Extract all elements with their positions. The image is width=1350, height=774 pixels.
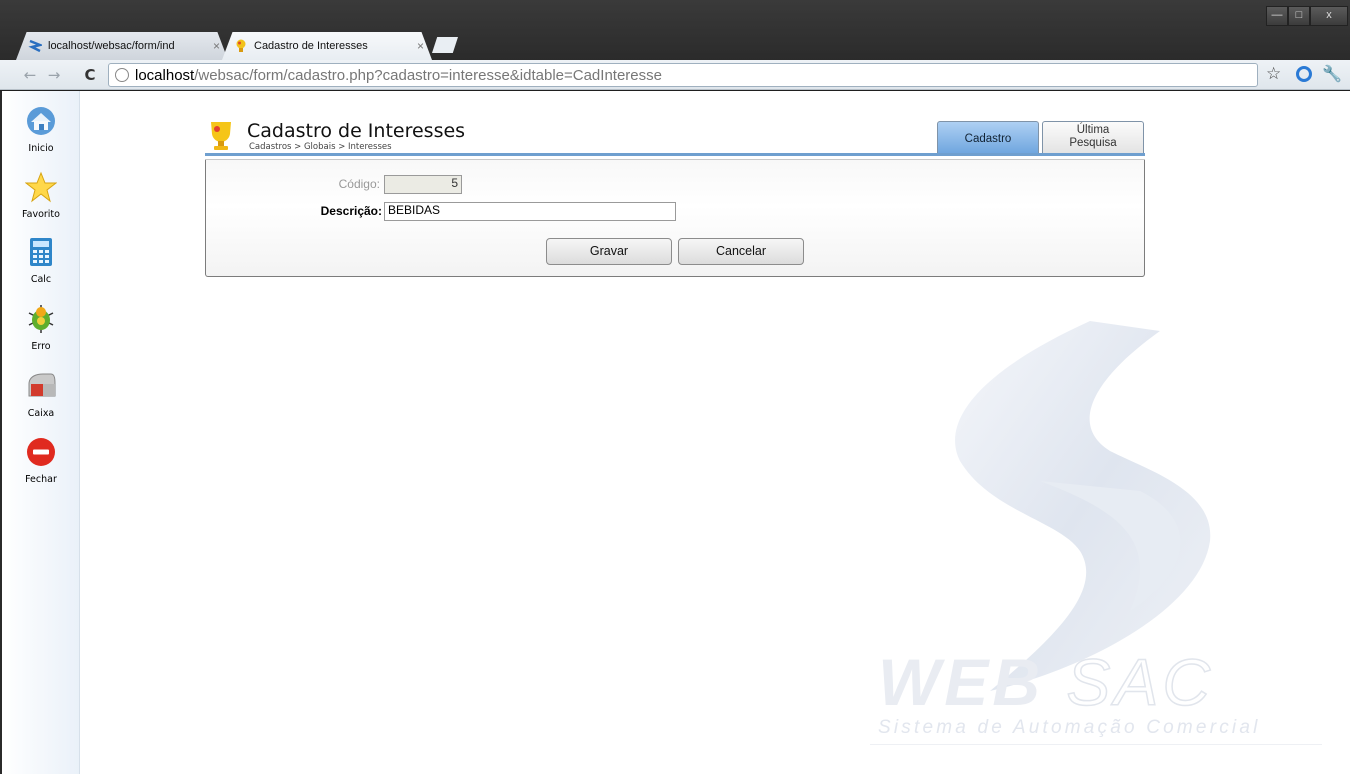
save-button[interactable]: Gravar <box>546 238 672 265</box>
sidebar-item-favorito[interactable]: Favorito <box>2 171 80 220</box>
address-bar[interactable]: localhost /websac/form/cadastro.php?cada… <box>108 63 1258 87</box>
forward-arrow-icon[interactable]: → <box>44 65 64 85</box>
home-icon <box>27 107 55 135</box>
breadcrumb: Cadastros > Globais > Interesses <box>249 142 392 152</box>
mailbox-icon <box>28 373 56 397</box>
page-title: Cadastro de Interesses <box>247 120 466 142</box>
tab-label-line1: Última <box>1076 124 1110 136</box>
sidebar-item-label: Fechar <box>25 474 57 485</box>
watermark-tagline: Sistema de Automação Comercial <box>878 717 1261 738</box>
codigo-label: Código: <box>338 177 380 191</box>
watermark-brand: WEB SAC <box>878 644 1214 720</box>
watermark-sac: SAC <box>1066 644 1215 720</box>
codigo-field: 5 <box>384 175 462 194</box>
sidebar-item-label: Favorito <box>22 209 60 220</box>
reload-icon[interactable]: C <box>80 65 100 85</box>
close-window-button[interactable]: x <box>1310 6 1348 26</box>
tab-close-icon[interactable]: × <box>417 39 424 53</box>
url-path: /websac/form/cadastro.php?cadastro=inter… <box>194 66 662 84</box>
sidebar: Inicio Favorito Calc Erro Caixa Fechar <box>2 91 80 774</box>
back-arrow-icon[interactable]: ← <box>20 65 40 85</box>
bookmark-star-icon[interactable]: ☆ <box>1266 64 1281 84</box>
url-host: localhost <box>135 66 195 84</box>
tab-cadastro[interactable]: Cadastro <box>937 121 1039 154</box>
wrench-menu-icon[interactable]: 🔧 <box>1322 64 1342 83</box>
browser-tab-cadastro[interactable]: Cadastro de Interesses × <box>222 32 432 60</box>
watermark-web: WEB <box>878 645 1044 719</box>
browser-tab-websac[interactable]: localhost/websac/form/ind × <box>16 32 228 60</box>
websac-favicon-icon <box>28 39 42 53</box>
bug-icon <box>28 305 54 333</box>
calculator-icon <box>30 238 52 266</box>
tab-title: localhost/websac/form/ind <box>48 40 175 52</box>
tab-ultima-pesquisa[interactable]: Última Pesquisa <box>1042 121 1144 154</box>
tab-close-icon[interactable]: × <box>213 39 220 53</box>
tab-title: Cadastro de Interesses <box>254 40 368 52</box>
minimize-button[interactable]: — <box>1266 6 1288 26</box>
sidebar-item-label: Erro <box>31 341 51 352</box>
sidebar-item-label: Calc <box>30 274 52 285</box>
sidebar-item-caixa[interactable]: Caixa <box>2 370 80 419</box>
star-icon <box>24 171 58 203</box>
sidebar-item-erro[interactable]: Erro <box>2 303 80 352</box>
sidebar-item-label: Caixa <box>27 408 55 419</box>
sidebar-item-label: Inicio <box>28 143 54 154</box>
new-tab-button[interactable] <box>432 37 458 53</box>
extension-icon[interactable] <box>1296 66 1312 82</box>
globe-icon <box>115 68 129 82</box>
maximize-button[interactable]: □ <box>1288 6 1310 26</box>
page-content: WEB SAC Sistema de Automação Comercial I… <box>0 91 1350 774</box>
browser-toolbar: ← → C localhost /websac/form/cadastro.ph… <box>0 60 1350 90</box>
sidebar-item-fechar[interactable]: Fechar <box>2 436 80 485</box>
close-icon <box>27 438 55 466</box>
sidebar-item-inicio[interactable]: Inicio <box>2 105 80 154</box>
descricao-field[interactable]: BEBIDAS <box>384 202 676 221</box>
trophy-icon <box>211 122 231 150</box>
browser-titlebar: localhost/websac/form/ind × Cadastro de … <box>0 0 1350 60</box>
sidebar-item-calc[interactable]: Calc <box>2 236 80 285</box>
tab-label-line2: Pesquisa <box>1069 137 1117 149</box>
descricao-label: Descrição: <box>320 204 382 218</box>
trophy-favicon-icon <box>236 39 246 52</box>
header-divider <box>205 153 1145 156</box>
watermark-divider <box>870 744 1322 745</box>
cancel-button[interactable]: Cancelar <box>678 238 804 265</box>
